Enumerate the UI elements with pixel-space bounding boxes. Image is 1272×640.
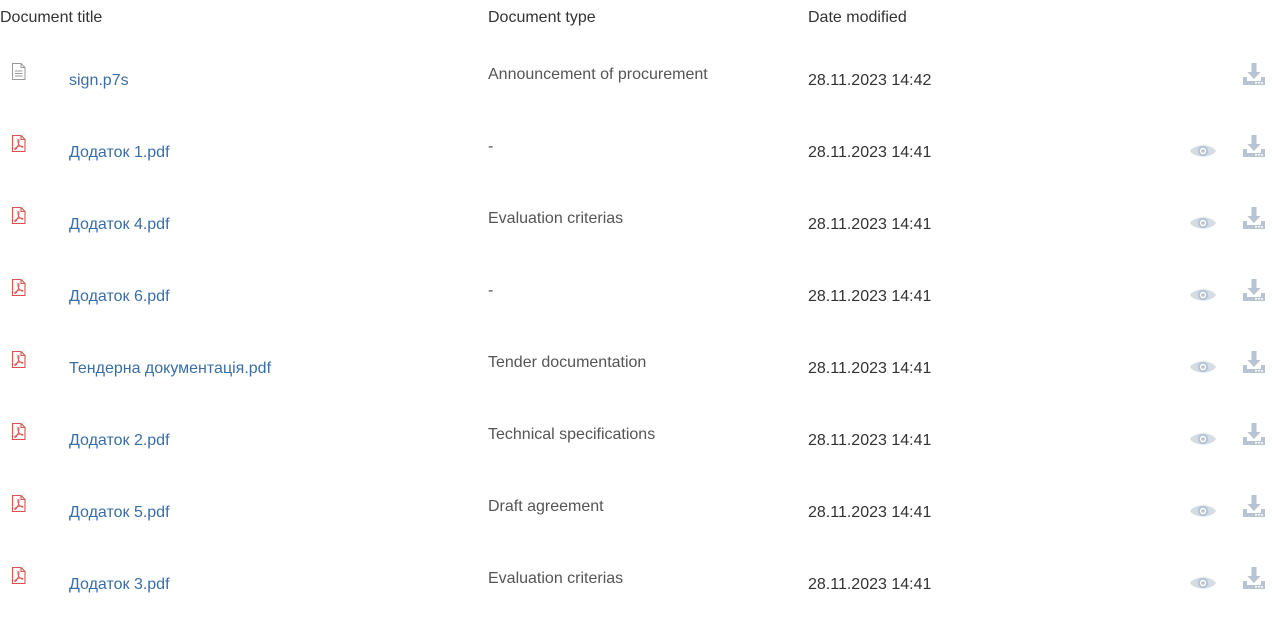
document-title-link[interactable]: Додаток 6.pdf	[69, 288, 170, 306]
download-icon[interactable]	[1240, 60, 1268, 88]
download-icon[interactable]	[1240, 348, 1268, 376]
download-icon[interactable]	[1240, 564, 1268, 592]
document-type: Technical specifications	[488, 426, 656, 443]
pdf-icon	[11, 566, 26, 585]
table-row: Додаток 5.pdf Draft agreement 28.11.2023 1…	[0, 494, 1272, 568]
table-row: Додаток 3.pdf Evaluation criterias 28.11.2…	[0, 566, 1272, 640]
download-icon[interactable]	[1240, 204, 1268, 232]
document-type: -	[488, 138, 494, 155]
table-row: Додаток 1.pdf - 28.11.2023 14:41	[0, 134, 1272, 208]
table-row: Додаток 6.pdf - 28.11.2023 14:41	[0, 278, 1272, 352]
eye-icon[interactable]	[1188, 285, 1218, 305]
document-title-link[interactable]: Додаток 3.pdf	[69, 576, 170, 594]
document-title-link[interactable]: Додаток 4.pdf	[69, 216, 170, 234]
download-icon[interactable]	[1240, 276, 1268, 304]
date-modified: 28.11.2023 14:41	[808, 504, 932, 521]
eye-icon[interactable]	[1188, 501, 1218, 521]
date-modified: 28.11.2023 14:41	[808, 360, 932, 377]
eye-icon[interactable]	[1188, 141, 1218, 161]
document-type: Evaluation criterias	[488, 210, 624, 227]
file-text-icon	[11, 63, 26, 80]
document-type: -	[488, 282, 494, 299]
download-icon[interactable]	[1240, 420, 1268, 448]
table-row: Додаток 4.pdf Evaluation criterias 28.11.2…	[0, 206, 1272, 280]
table-row: Додаток 2.pdf Technical specifications 28.…	[0, 422, 1272, 496]
document-title-link[interactable]: Додаток 2.pdf	[69, 432, 170, 450]
date-modified: 28.11.2023 14:41	[808, 144, 932, 161]
pdf-icon	[11, 278, 26, 297]
eye-icon[interactable]	[1188, 213, 1218, 233]
download-icon[interactable]	[1240, 492, 1268, 520]
document-title-link[interactable]: sign.p7s	[69, 72, 129, 90]
date-modified: 28.11.2023 14:41	[808, 576, 932, 593]
date-modified: 28.11.2023 14:42	[808, 72, 932, 89]
eye-icon[interactable]	[1188, 429, 1218, 449]
document-title-link[interactable]: Тендерна документація.pdf	[69, 360, 271, 378]
download-icon[interactable]	[1240, 132, 1268, 160]
date-modified: 28.11.2023 14:41	[808, 216, 932, 233]
document-type: Evaluation criterias	[488, 570, 624, 587]
eye-icon[interactable]	[1188, 573, 1218, 593]
pdf-icon	[11, 206, 26, 225]
table-row: Тендерна документація.pdf Tender document…	[0, 350, 1272, 424]
date-modified: 28.11.2023 14:41	[808, 432, 932, 449]
document-type: Draft agreement	[488, 498, 604, 515]
documents-table: Document title Document type Date modifi…	[0, 0, 1272, 593]
pdf-icon	[11, 422, 26, 441]
pdf-icon	[11, 350, 26, 369]
date-modified: 28.11.2023 14:41	[808, 288, 932, 305]
document-type: Announcement of procurement	[488, 66, 708, 83]
document-title-link[interactable]: Додаток 5.pdf	[69, 504, 170, 522]
documents-list: sign.p7s Announcement of procurement 28.11…	[0, 0, 1272, 593]
document-type: Tender documentation	[488, 354, 647, 371]
table-row: sign.p7s Announcement of procurement 28.11…	[0, 63, 1272, 136]
pdf-icon	[11, 494, 26, 513]
document-title-link[interactable]: Додаток 1.pdf	[69, 144, 170, 162]
eye-icon[interactable]	[1188, 357, 1218, 377]
pdf-icon	[11, 134, 26, 153]
